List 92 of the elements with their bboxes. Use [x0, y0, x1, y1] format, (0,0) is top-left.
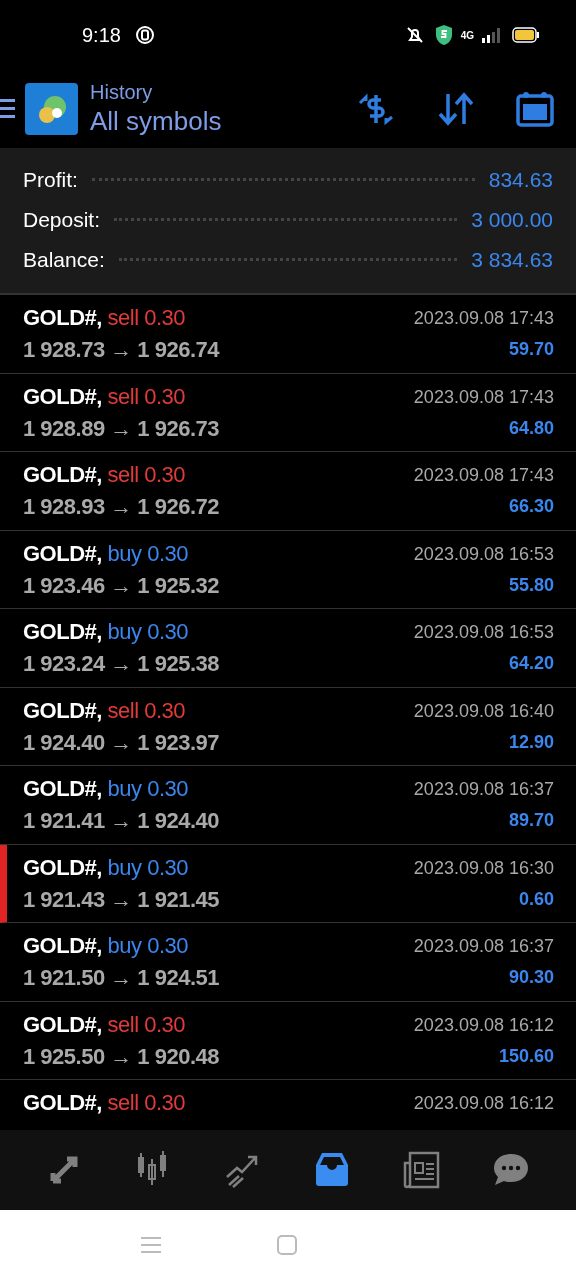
deal-prices: 1 924.40 → 1 923.97: [23, 729, 219, 756]
deal-volume: 0.30: [144, 305, 185, 330]
deal-prices: 1 921.43 → 1 921.45: [23, 886, 219, 913]
deal-profit: 64.80: [508, 417, 554, 439]
battery-icon: [512, 27, 540, 43]
symbol-filter[interactable]: All symbols: [90, 106, 222, 137]
deal-row[interactable]: GOLD#, buy 0.30 1 923.46 → 1 925.32 2023.09.08 16:53 55.80: [0, 530, 576, 609]
deal-symbol: GOLD#,: [23, 854, 102, 880]
deal-side: sell: [107, 462, 139, 487]
calendar-icon[interactable]: [516, 91, 554, 127]
summary-label: Deposit:: [23, 207, 101, 232]
deal-row[interactable]: GOLD#, sell 0.30 1 925.50 → 1 920.48 2023.09.08 16:12 150.60: [0, 1001, 576, 1080]
deal-prices: 1 928.73 → 1 926.74: [23, 337, 219, 363]
deal-profit: 66.30: [508, 496, 554, 517]
deal-prices: 1 923.46 → 1 925.32: [23, 572, 219, 599]
deal-profit: 55.80: [508, 574, 554, 596]
deal-volume: 0.30: [147, 933, 188, 958]
deal-profit: 12.90: [508, 731, 554, 753]
deal-symbol: GOLD#,: [23, 776, 102, 801]
deal-prices: 1 928.93 → 1 926.72: [23, 494, 219, 520]
deal-symbol: GOLD#,: [23, 305, 102, 330]
deal-prices: 1 925.50 → 1 920.48: [23, 1043, 219, 1070]
deal-symbol: GOLD#,: [23, 1090, 102, 1115]
deal-volume: 0.30: [147, 619, 188, 644]
deal-side: sell: [107, 697, 139, 723]
deal-side: sell: [107, 1090, 139, 1115]
deal-side: sell: [107, 383, 139, 409]
deal-row[interactable]: GOLD#, buy 0.30 1 921.41 → 1 924.40 2023.09.08 16:37 89.70: [0, 766, 576, 845]
screen-title: History: [90, 81, 154, 104]
status-time: 9:18: [82, 23, 121, 47]
deal-volume: 0.30: [144, 1090, 185, 1115]
deal-symbol: GOLD#,: [23, 462, 102, 487]
deal-volume: 0.30: [144, 383, 185, 409]
deal-time: 2023.09.08 17:43: [413, 386, 554, 408]
deal-volume: 0.30: [147, 854, 188, 880]
deal-side: sell: [107, 305, 139, 330]
deal-time: 2023.09.08 16:40: [413, 700, 554, 722]
deal-side: buy: [107, 933, 142, 958]
deal-prices: 1 928.89 → 1 926.73: [23, 415, 219, 442]
deal-volume: 0.30: [144, 462, 185, 487]
summary-value: 3 834.63: [471, 247, 553, 272]
deal-time: 2023.09.08 16:30: [413, 857, 554, 879]
menu-icon[interactable]: [0, 97, 15, 121]
deal-profit: 0.60: [518, 888, 554, 910]
sort-arrows-icon[interactable]: [438, 92, 474, 126]
deal-row[interactable]: GOLD#, buy 0.30 1 921.50 → 1 924.51 2023.09.08 16:37 90.30: [0, 923, 576, 1002]
deal-symbol: GOLD#,: [23, 383, 102, 409]
deal-symbol: GOLD#,: [23, 933, 102, 958]
deal-row[interactable]: GOLD#, sell 0.30 1 928.89 → 1 926.73 2023.09.08 17:43 64.80: [0, 373, 576, 452]
deal-side: buy: [107, 776, 142, 801]
deal-time: 2023.09.08 16:37: [413, 779, 554, 800]
deal-row[interactable]: GOLD#, sell 0.30 1 924.40 → 1 923.97 2023.09.08 16:40 12.90: [0, 687, 576, 766]
shield-icon: [434, 24, 453, 46]
deal-side: buy: [107, 540, 142, 566]
deal-symbol: GOLD#,: [23, 619, 102, 644]
deal-volume: 0.30: [144, 1011, 185, 1037]
deal-symbol: GOLD#,: [23, 1011, 102, 1037]
newspaper-icon[interactable]: [401, 1151, 442, 1189]
deal-row[interactable]: GOLD#, sell 0.30 1 928.93 → 1 926.72 2023.09.08 17:43 66.30: [0, 452, 576, 531]
deal-prices: 1 921.50 → 1 924.51: [23, 965, 219, 991]
network-label: 4G: [460, 29, 474, 41]
deal-time: 2023.09.08 16:12: [413, 1014, 554, 1036]
deal-profit: 150.60: [498, 1045, 554, 1067]
summary-value: 3 000.00: [471, 207, 553, 232]
deal-prices: 1 923.24 → 1 925.38: [23, 651, 219, 677]
summary-label: Balance:: [23, 247, 105, 272]
deal-time: 2023.09.08 16:53: [413, 622, 554, 643]
deal-time: 2023.09.08 16:53: [413, 543, 554, 565]
summary-label: Profit:: [23, 167, 78, 192]
deal-profit: 64.20: [508, 653, 554, 674]
deal-volume: 0.30: [147, 540, 188, 566]
deal-row[interactable]: GOLD#, buy 0.30 1 921.43 → 1 921.45 2023.09.08 16:30 0.60: [0, 844, 576, 923]
deal-time: 2023.09.08 17:43: [413, 308, 554, 329]
deal-side: buy: [107, 619, 142, 644]
deal-row[interactable]: GOLD#, sell 0.30 1 928.73 → 1 926.74 2023.09.08 17:43 59.70: [0, 295, 576, 374]
deal-profit: 59.70: [508, 339, 554, 360]
deal-side: sell: [107, 1011, 139, 1037]
deal-profit: 89.70: [508, 810, 554, 831]
deal-prices: 1 921.41 → 1 924.40: [23, 808, 219, 834]
deal-symbol: GOLD#,: [23, 540, 102, 566]
deal-row[interactable]: GOLD#, buy 0.30 1 923.24 → 1 925.38 2023.09.08 16:53 64.20: [0, 609, 576, 688]
deal-time: 2023.09.08 17:43: [413, 465, 554, 486]
deal-volume: 0.30: [144, 697, 185, 723]
dollar-exchange-icon[interactable]: [356, 91, 396, 127]
app-logo-icon: [25, 83, 78, 135]
summary-value: 834.63: [488, 167, 553, 192]
deal-time: 2023.09.08 16:37: [413, 936, 554, 957]
deal-symbol: GOLD#,: [23, 697, 102, 723]
deal-side: buy: [107, 854, 142, 880]
deal-volume: 0.30: [147, 776, 188, 801]
deal-time: 2023.09.08 16:12: [413, 1093, 554, 1114]
deal-profit: 90.30: [508, 967, 554, 988]
